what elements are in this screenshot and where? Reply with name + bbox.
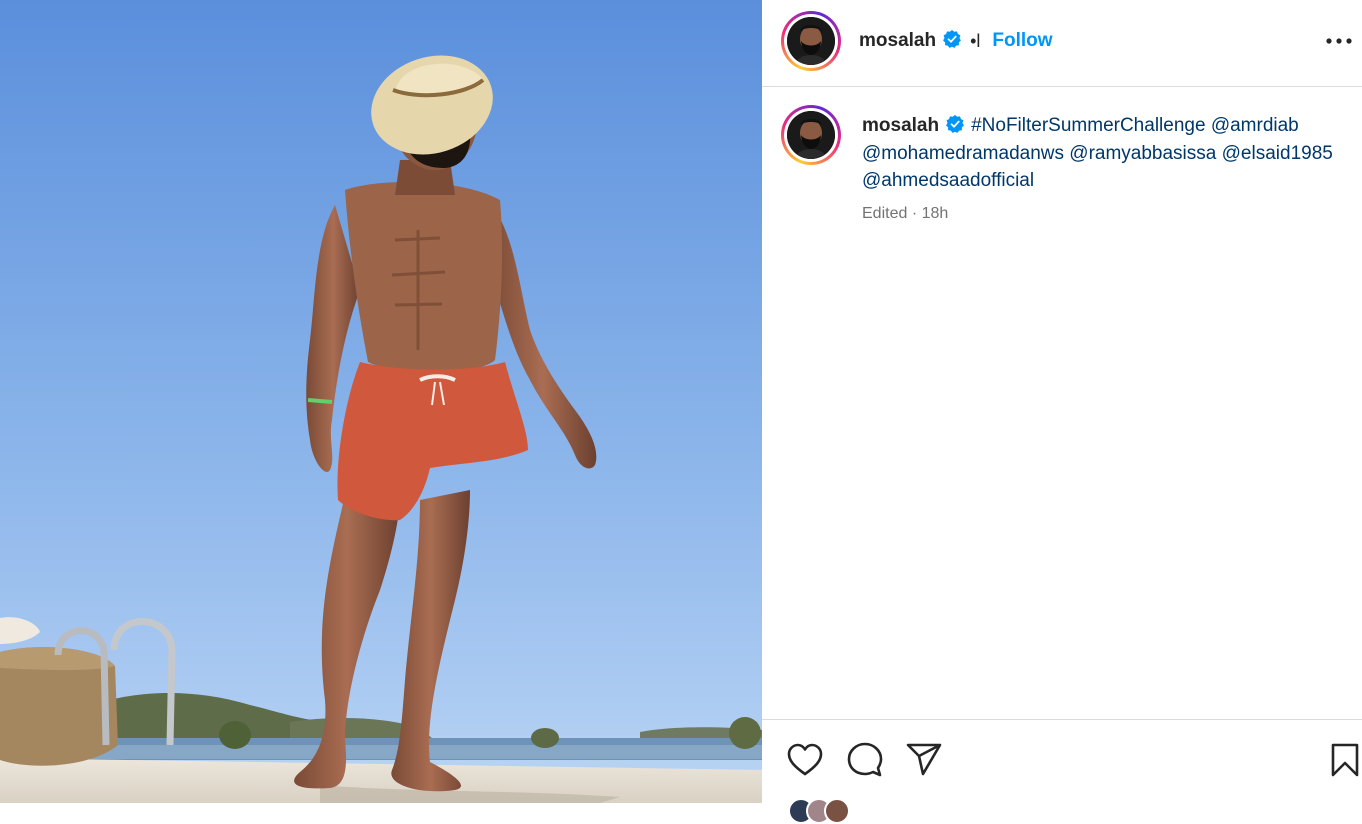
caption-username[interactable]: mosalah [862, 115, 939, 136]
hashtag-link[interactable]: #NoFilterSummerChallenge [971, 115, 1205, 136]
mention-link[interactable]: @amrdiab [1211, 115, 1299, 136]
heart-icon[interactable] [787, 742, 823, 778]
mention-link[interactable]: @ramyabbasissa [1069, 143, 1216, 164]
caption-author-avatar[interactable] [781, 105, 841, 165]
mention-link[interactable]: @elsaid1985 [1222, 143, 1333, 164]
mention-link[interactable]: @mohamedramadanws [862, 143, 1064, 164]
action-bar [762, 719, 1362, 824]
post-timestamp[interactable]: Edited · 18h [862, 205, 948, 223]
verified-badge-icon [945, 113, 965, 134]
header-user-row: mosalah •l Follow [859, 28, 1053, 54]
post-caption: mosalah #NoFilterSummerChallenge @amrdia… [862, 112, 1342, 195]
bookmark-icon[interactable] [1327, 742, 1362, 778]
author-avatar[interactable] [781, 11, 841, 71]
mention-link[interactable]: @ahmedsaadofficial [862, 170, 1034, 191]
post-photo[interactable] [0, 0, 762, 803]
liked-by-avatars[interactable] [788, 798, 850, 824]
author-username[interactable]: mosalah [859, 30, 936, 52]
post-header: mosalah •l Follow [762, 0, 1362, 87]
comment-bubble-icon[interactable] [847, 742, 883, 778]
paper-plane-icon[interactable] [906, 742, 942, 778]
more-horizontal-icon[interactable] [1324, 26, 1354, 56]
header-separator: •l [970, 30, 981, 51]
verified-badge-icon [942, 29, 962, 54]
post-side-panel: mosalah •l Follow mosalah #NoFilterSumme… [762, 0, 1362, 824]
avatar [824, 798, 850, 824]
follow-button[interactable]: Follow [992, 30, 1052, 52]
